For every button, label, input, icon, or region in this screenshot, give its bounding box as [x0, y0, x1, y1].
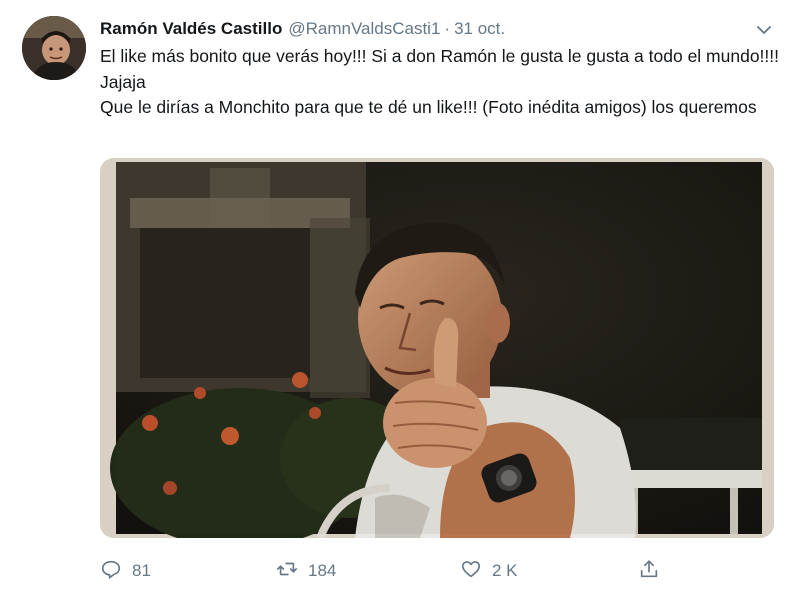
tweet-header: Ramón Valdés Castillo @RamnValdsCasti1 ·… [100, 16, 780, 42]
author-handle[interactable]: @RamnValdsCasti1 [288, 19, 440, 39]
like-count: 2 K [492, 561, 518, 580]
avatar-image [22, 16, 86, 80]
retweet-icon [276, 558, 298, 585]
heart-icon [460, 558, 482, 585]
tweet-card: Ramón Valdés Castillo @RamnValdsCasti1 ·… [0, 0, 800, 602]
tweet-text-line-2: Que le dirías a Monchito para que te dé … [100, 97, 757, 117]
reply-icon [100, 558, 122, 585]
like-button[interactable]: 2 K [460, 556, 518, 586]
share-icon [638, 558, 660, 585]
avatar[interactable] [22, 16, 86, 80]
chevron-down-icon[interactable] [754, 20, 774, 40]
tweet-actions: 81 184 2 K [100, 556, 780, 586]
author-name[interactable]: Ramón Valdés Castillo [100, 19, 282, 39]
share-button[interactable] [638, 556, 660, 586]
reply-count: 81 [132, 561, 151, 580]
tweet-date[interactable]: 31 oct. [454, 19, 505, 39]
tweet-text-line-1: El like más bonito que verás hoy!!! Si a… [100, 46, 780, 92]
separator: · [444, 19, 451, 38]
reply-button[interactable]: 81 [100, 556, 151, 586]
photo-image [100, 158, 774, 538]
tweet-text: El like más bonito que verás hoy!!! Si a… [100, 44, 780, 121]
retweet-button[interactable]: 184 [276, 556, 336, 586]
tweet-photo[interactable] [100, 158, 774, 538]
retweet-count: 184 [308, 561, 337, 580]
